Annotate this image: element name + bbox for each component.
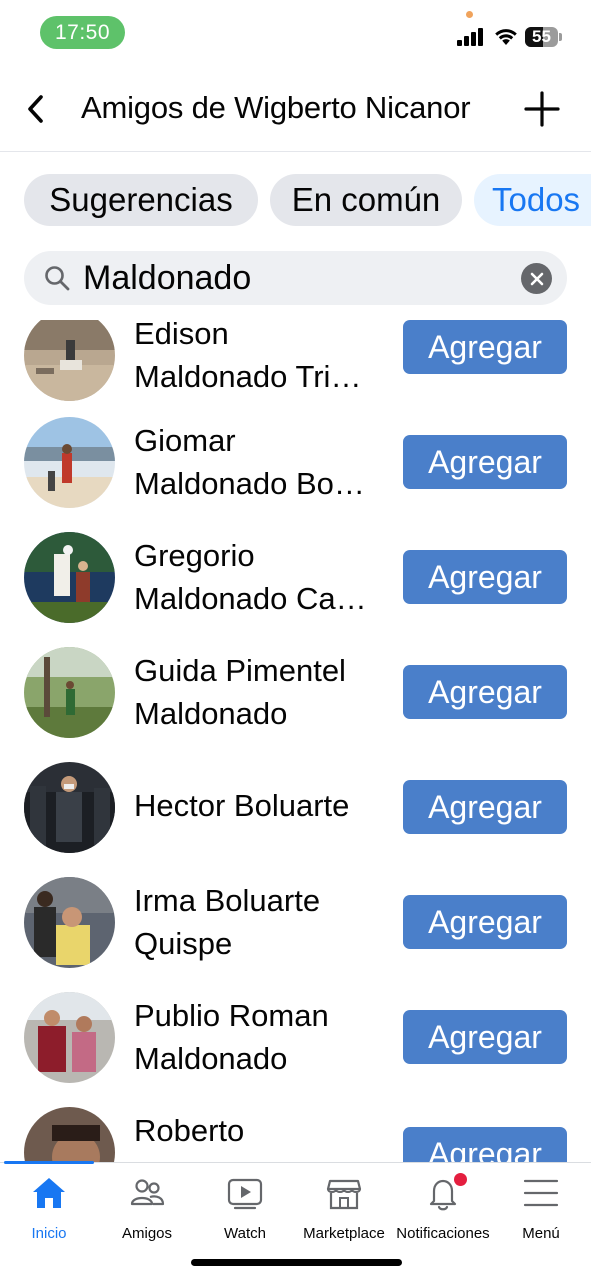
avatar[interactable] bbox=[24, 877, 115, 968]
tab-label: Menú bbox=[522, 1225, 560, 1242]
avatar[interactable] bbox=[24, 992, 115, 1083]
friend-name[interactable]: Irma Boluarte Quispe bbox=[134, 879, 384, 965]
clear-search-button[interactable] bbox=[521, 263, 552, 294]
search-input[interactable]: Maldonado bbox=[83, 251, 251, 305]
list-item[interactable]: Hector Boluarte Agregar bbox=[0, 758, 591, 873]
add-friend-button[interactable]: Agregar bbox=[403, 780, 567, 834]
back-button[interactable] bbox=[16, 88, 56, 130]
friends-icon bbox=[130, 1179, 165, 1206]
friend-name[interactable]: Roberto bbox=[134, 1109, 384, 1152]
battery-icon: 55 bbox=[525, 27, 562, 47]
home-icon bbox=[33, 1178, 65, 1208]
tab-amigos[interactable]: Amigos bbox=[98, 1175, 196, 1245]
chip-todos[interactable]: Todos bbox=[474, 174, 591, 226]
chip-en-comun[interactable]: En común bbox=[270, 174, 462, 226]
tab-inicio[interactable]: Inicio bbox=[0, 1175, 98, 1245]
tab-marketplace[interactable]: Marketplace bbox=[295, 1175, 393, 1245]
privacy-indicator bbox=[466, 11, 473, 18]
cellular-signal-icon bbox=[457, 28, 485, 46]
chip-sugerencias[interactable]: Sugerencias bbox=[24, 174, 258, 226]
active-tab-indicator bbox=[4, 1161, 94, 1164]
friend-name[interactable]: Giomar Maldonado Bo… bbox=[134, 419, 384, 505]
list-item[interactable]: Guida Pimentel Maldonado Agregar bbox=[0, 643, 591, 758]
marketplace-icon bbox=[326, 1179, 362, 1210]
friend-name[interactable]: Guida Pimentel Maldonado bbox=[134, 649, 384, 735]
add-friend-button[interactable]: Agregar bbox=[403, 1127, 567, 1162]
tab-notificaciones[interactable]: Notificaciones bbox=[394, 1173, 492, 1245]
add-friend-button[interactable]: Agregar bbox=[403, 435, 567, 489]
add-friend-button[interactable]: Agregar bbox=[403, 320, 567, 374]
avatar[interactable] bbox=[24, 762, 115, 853]
add-friend-button[interactable]: Agregar bbox=[403, 665, 567, 719]
home-indicator bbox=[191, 1259, 402, 1266]
friend-name[interactable]: Gregorio Maldonado Ca… bbox=[134, 534, 384, 620]
add-friend-button[interactable]: Agregar bbox=[403, 550, 567, 604]
plus-icon bbox=[524, 91, 560, 127]
header: Amigos de Wigberto Nicanor bbox=[0, 66, 591, 152]
list-item[interactable]: Roberto Agregar bbox=[0, 1103, 591, 1162]
add-friend-button[interactable]: Agregar bbox=[403, 895, 567, 949]
avatar[interactable] bbox=[24, 320, 115, 401]
status-bar: 17:50 55 bbox=[0, 0, 591, 66]
list-item[interactable]: Gregorio Maldonado Ca… Agregar bbox=[0, 528, 591, 643]
page-title: Amigos de Wigberto Nicanor bbox=[81, 90, 471, 125]
friend-name[interactable]: Edison Maldonado Tri… bbox=[134, 320, 384, 398]
menu-icon bbox=[523, 1179, 559, 1207]
tab-menu[interactable]: Menú bbox=[492, 1175, 590, 1245]
friend-name[interactable]: Hector Boluarte bbox=[134, 784, 384, 827]
list-item[interactable]: Publio Roman Maldonado Agregar bbox=[0, 988, 591, 1103]
watch-icon bbox=[227, 1178, 263, 1210]
add-button[interactable] bbox=[521, 88, 563, 130]
search-icon bbox=[45, 266, 70, 291]
notification-badge bbox=[454, 1173, 467, 1186]
clear-icon bbox=[530, 272, 543, 285]
list-item[interactable]: Giomar Maldonado Bo… Agregar bbox=[0, 413, 591, 528]
friend-name[interactable]: Publio Roman Maldonado bbox=[134, 994, 384, 1080]
list-item[interactable]: Irma Boluarte Quispe Agregar bbox=[0, 873, 591, 988]
chevron-left-icon bbox=[28, 95, 43, 123]
avatar[interactable] bbox=[24, 417, 115, 508]
search-field[interactable]: Maldonado bbox=[24, 251, 567, 305]
list-item[interactable]: Edison Maldonado Tri… Agregar bbox=[0, 320, 591, 413]
avatar[interactable] bbox=[24, 1107, 115, 1162]
avatar[interactable] bbox=[24, 532, 115, 623]
wifi-icon bbox=[495, 29, 517, 45]
friends-list: Edison Maldonado Tri… Agregar Giomar Mal… bbox=[0, 320, 591, 1162]
add-friend-button[interactable]: Agregar bbox=[403, 1010, 567, 1064]
filter-chips: Sugerencias En común Todos bbox=[0, 174, 591, 226]
status-time: 17:50 bbox=[40, 16, 125, 49]
avatar[interactable] bbox=[24, 647, 115, 738]
tab-watch[interactable]: Watch bbox=[196, 1175, 294, 1245]
battery-level: 55 bbox=[532, 27, 551, 46]
